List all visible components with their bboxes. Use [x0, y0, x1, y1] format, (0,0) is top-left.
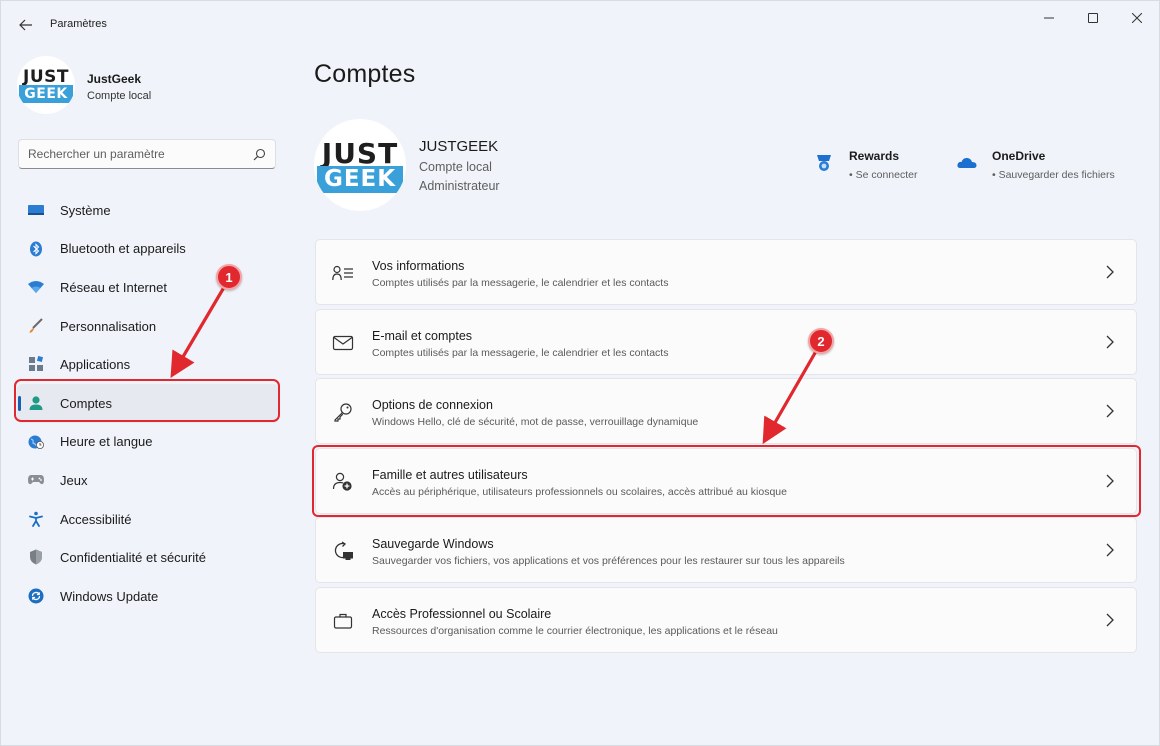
- card-description: Comptes utilisés par la messagerie, le c…: [372, 346, 669, 359]
- card-acces-professionnel[interactable]: Accès Professionnel ou Scolaire Ressourc…: [315, 586, 1137, 653]
- sidebar-item-applications[interactable]: Applications: [17, 345, 279, 384]
- rewards-title: Rewards: [849, 149, 900, 163]
- search-box: [18, 139, 276, 169]
- account-avatar-logo-bottom: GEEK: [317, 166, 403, 193]
- minimize-icon: [1044, 17, 1054, 19]
- sidebar-item-comptes[interactable]: Comptes: [17, 383, 279, 423]
- person-icon: [27, 395, 45, 411]
- chevron-right-icon: [1106, 404, 1114, 418]
- account-role: Administrateur: [419, 179, 500, 193]
- sidebar-item-personnalisation[interactable]: Personnalisation: [17, 307, 279, 346]
- card-vos-informations[interactable]: Vos informations Comptes utilisés par la…: [315, 239, 1137, 305]
- chevron-right-icon: [1106, 613, 1114, 627]
- minimize-button[interactable]: [1027, 7, 1071, 29]
- key-icon: [332, 402, 354, 422]
- shield-icon: [27, 549, 45, 565]
- system-icon: [27, 202, 45, 218]
- briefcase-icon: [332, 611, 354, 631]
- account-avatar: JUST GEEK: [314, 119, 406, 211]
- settings-cards: Vos informations Comptes utilisés par la…: [315, 239, 1137, 657]
- sidebar-item-label: Comptes: [60, 395, 113, 411]
- search-input[interactable]: [28, 140, 243, 168]
- card-description: Accès au périphérique, utilisateurs prof…: [372, 485, 787, 498]
- rewards-subtitle: • Se connecter: [849, 169, 918, 181]
- sidebar-item-accessibilite[interactable]: Accessibilité: [17, 500, 279, 539]
- backup-icon: [332, 541, 354, 561]
- apps-icon: [27, 356, 45, 372]
- back-arrow-icon: [19, 19, 32, 31]
- card-description: Sauvegarder vos fichiers, vos applicatio…: [372, 555, 845, 568]
- update-icon: [27, 588, 45, 604]
- bluetooth-icon: [27, 241, 45, 257]
- sidebar-item-label: Jeux: [60, 472, 88, 488]
- sidebar-profile-type: Compte local: [87, 90, 152, 102]
- sidebar-item-label: Système: [60, 202, 111, 218]
- sidebar-item-label: Bluetooth et appareils: [60, 241, 186, 257]
- card-options-connexion[interactable]: Options de connexion Windows Hello, clé …: [315, 378, 1137, 445]
- chevron-right-icon: [1106, 335, 1114, 349]
- onedrive-subtitle: • Sauvegarder des fichiers: [992, 169, 1115, 181]
- account-profile: JUST GEEK JUSTGEEK Compte local Administ…: [314, 119, 1144, 211]
- card-famille-utilisateurs[interactable]: Famille et autres utilisateurs Accès au …: [315, 447, 1137, 514]
- sidebar-item-confidentialite[interactable]: Confidentialité et sécurité: [17, 538, 279, 577]
- mail-icon: [332, 333, 354, 353]
- chevron-right-icon: [1106, 474, 1114, 488]
- maximize-icon: [1088, 13, 1098, 23]
- annotation-marker-2: 2: [808, 328, 834, 354]
- sidebar-item-label: Accessibilité: [60, 511, 132, 527]
- sidebar-item-jeux[interactable]: Jeux: [17, 461, 279, 500]
- wifi-icon: [27, 279, 45, 295]
- card-sauvegarde-windows[interactable]: Sauvegarde Windows Sauvegarder vos fichi…: [315, 517, 1137, 584]
- sidebar-item-systeme[interactable]: Système: [17, 191, 279, 230]
- annotation-marker-1: 1: [216, 264, 242, 290]
- card-title: Famille et autres utilisateurs: [372, 467, 528, 482]
- avatar: JUST GEEK: [17, 56, 75, 114]
- sidebar-item-label: Applications: [60, 357, 131, 373]
- rewards-icon: [817, 155, 831, 171]
- close-icon: [1132, 13, 1142, 23]
- card-email-comptes[interactable]: E-mail et comptes Comptes utilisés par l…: [315, 308, 1137, 375]
- app-title: Paramètres: [50, 18, 107, 30]
- account-name: JUSTGEEK: [419, 138, 499, 155]
- close-button[interactable]: [1115, 7, 1159, 29]
- person-add-icon: [332, 472, 354, 492]
- avatar-logo-bottom: GEEK: [19, 85, 73, 103]
- sidebar-item-bluetooth[interactable]: Bluetooth et appareils: [17, 230, 279, 269]
- sidebar-item-heure[interactable]: Heure et langue: [17, 423, 279, 462]
- sidebar-nav: Système Bluetooth et appareils Réseau et…: [17, 191, 279, 616]
- card-title: Sauvegarde Windows: [372, 537, 494, 552]
- settings-window: Paramètres JUST GEEK JustGeek Compte loc…: [0, 0, 1160, 746]
- sidebar-item-label: Confidentialité et sécurité: [60, 550, 206, 566]
- accessibility-icon: [27, 511, 45, 527]
- sidebar-profile[interactable]: JUST GEEK JustGeek Compte local: [17, 56, 277, 116]
- sidebar-item-label: Windows Update: [60, 588, 159, 604]
- card-title: Accès Professionnel ou Scolaire: [372, 606, 552, 621]
- sidebar-item-label: Réseau et Internet: [60, 279, 167, 295]
- person-info-icon: [332, 263, 354, 283]
- card-title: Vos informations: [372, 259, 465, 273]
- chevron-right-icon: [1106, 543, 1114, 557]
- sidebar-item-windows-update[interactable]: Windows Update: [17, 577, 279, 616]
- card-title: Options de connexion: [372, 398, 493, 413]
- maximize-button[interactable]: [1071, 7, 1115, 29]
- sidebar-profile-name: JustGeek: [87, 72, 142, 86]
- card-title: E-mail et comptes: [372, 328, 473, 343]
- sidebar-item-label: Personnalisation: [60, 318, 157, 334]
- avatar-logo-top: JUST: [23, 67, 69, 87]
- card-description: Windows Hello, clé de sécurité, mot de p…: [372, 416, 699, 429]
- onedrive-icon: [957, 157, 977, 168]
- title-bar: Paramètres: [1, 1, 1159, 49]
- gamepad-icon: [27, 472, 45, 488]
- card-description: Ressources d'organisation comme le courr…: [372, 624, 778, 637]
- brush-icon: [27, 318, 45, 334]
- account-type: Compte local: [419, 160, 492, 174]
- globe-clock-icon: [27, 434, 45, 450]
- sidebar-item-label: Heure et langue: [60, 434, 153, 450]
- page-title: Comptes: [314, 60, 416, 88]
- card-description: Comptes utilisés par la messagerie, le c…: [372, 277, 669, 289]
- back-button[interactable]: [13, 13, 39, 37]
- search-icon[interactable]: [251, 147, 267, 163]
- chevron-right-icon: [1106, 265, 1114, 279]
- onedrive-title: OneDrive: [992, 149, 1046, 163]
